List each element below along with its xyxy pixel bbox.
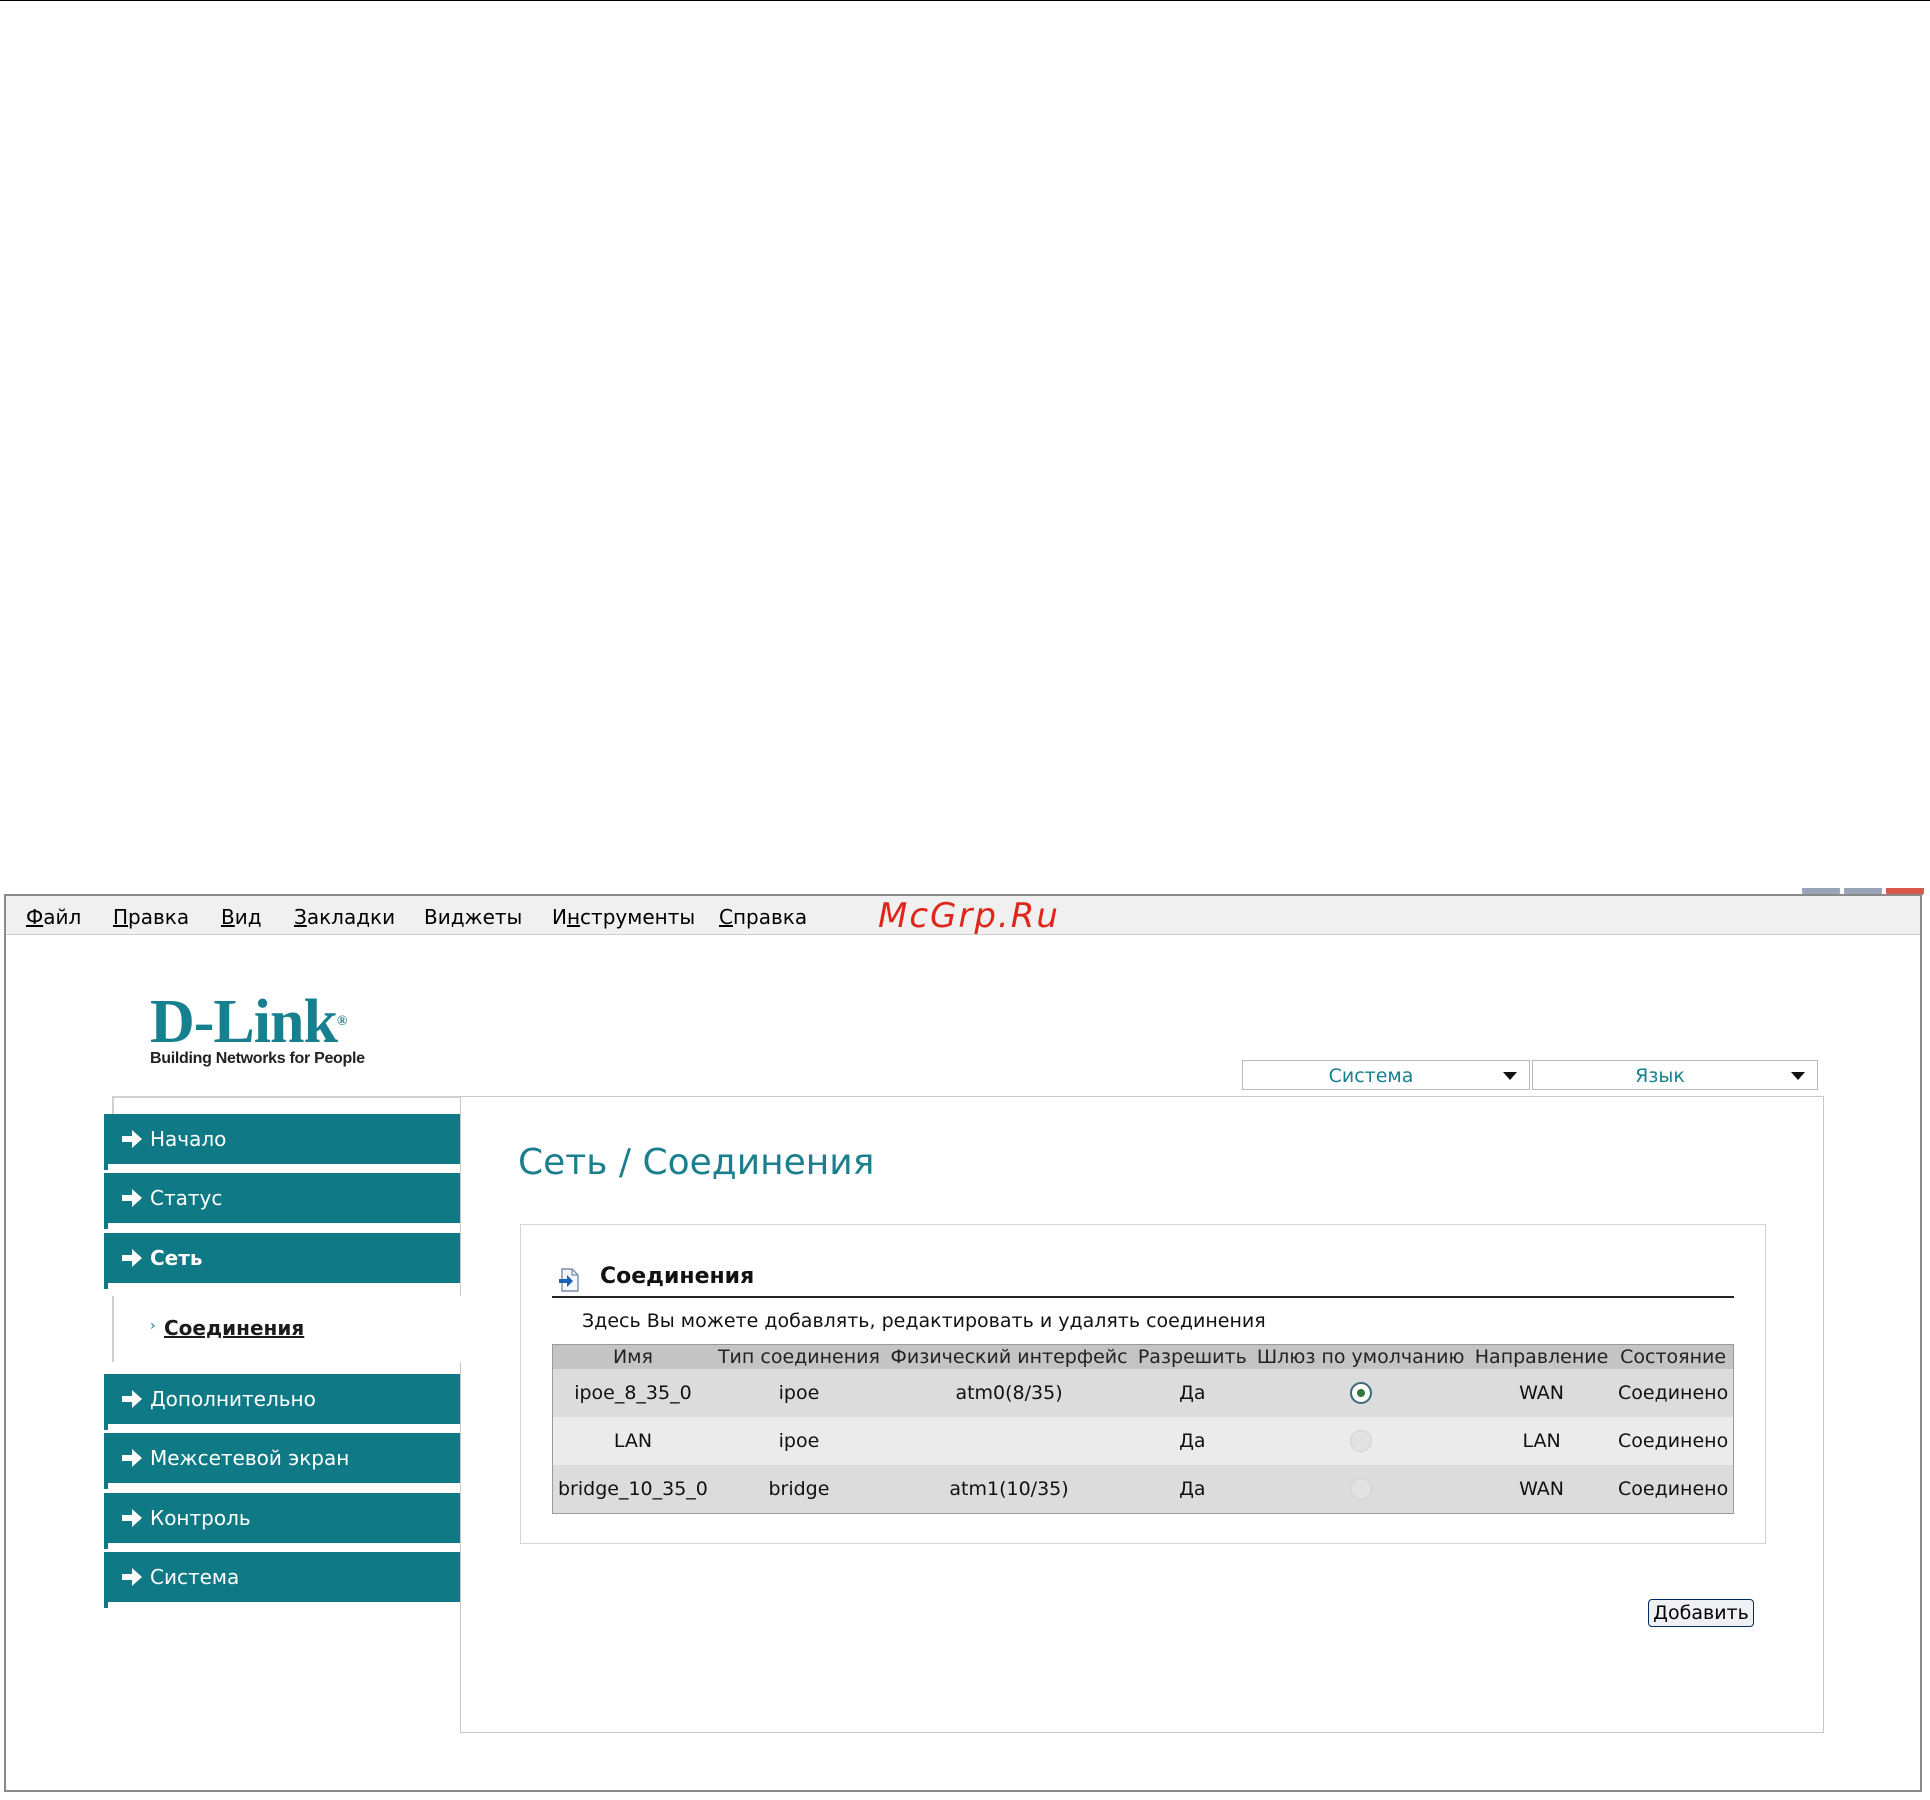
chevron-down-icon <box>1791 1072 1805 1080</box>
cell-enabled: Да <box>1133 1417 1252 1465</box>
sidebar-item-label: Контроль <box>150 1506 251 1530</box>
cell-enabled: Да <box>1133 1369 1252 1417</box>
cell-default-gateway <box>1251 1465 1470 1514</box>
sub-item-bullet: › <box>150 1318 156 1334</box>
col-header-default-gateway[interactable]: Шлюз по умолчанию <box>1251 1344 1470 1369</box>
menu-bookmarks[interactable]: Закладки <box>294 905 395 929</box>
table-row[interactable]: ipoe_8_35_0 ipoe atm0(8/35) Да WAN Соеди… <box>552 1369 1734 1417</box>
cell-type: ipoe <box>712 1369 885 1417</box>
cell-default-gateway <box>1251 1417 1470 1465</box>
page-title: Сеть / Соединения <box>518 1142 875 1183</box>
cell-default-gateway <box>1251 1369 1470 1417</box>
browser-window: Файл Правка Вид Закладки Виджеты Инструм… <box>0 888 1930 1800</box>
menu-view[interactable]: Вид <box>221 905 262 929</box>
sidebar-item-advanced[interactable]: Дополнительно <box>104 1374 460 1430</box>
arrow-right-icon <box>122 1449 142 1467</box>
cell-interface: atm0(8/35) <box>885 1369 1134 1417</box>
cell-type: bridge <box>712 1465 885 1514</box>
cell-name[interactable]: LAN <box>552 1417 713 1465</box>
watermark-text: McGrp.Ru <box>878 896 1060 936</box>
sidebar-subitem-connections[interactable]: Соединения <box>164 1316 304 1340</box>
sidebar-item-system[interactable]: Система <box>104 1552 460 1608</box>
sidebar-item-control[interactable]: Контроль <box>104 1493 460 1549</box>
system-select-label: Система <box>1328 1065 1414 1087</box>
cell-state: Соединено <box>1613 1465 1734 1514</box>
cell-direction: LAN <box>1469 1417 1614 1465</box>
cell-direction: WAN <box>1469 1369 1614 1417</box>
section-title: Соединения <box>600 1264 755 1289</box>
dlink-logo: D-Link® Building Networks for People <box>150 991 365 1068</box>
cell-type: ipoe <box>712 1417 885 1465</box>
menu-bar: Файл Правка Вид Закладки Виджеты Инструм… <box>6 896 1920 936</box>
menu-edit[interactable]: Правка <box>113 905 189 929</box>
arrow-right-icon <box>122 1568 142 1586</box>
table-header-row: Имя Тип соединения Физический интерфейс … <box>552 1344 1734 1369</box>
language-select-label: Язык <box>1635 1065 1685 1087</box>
sidebar-item-label: Дополнительно <box>150 1387 316 1411</box>
col-header-enabled[interactable]: Разрешить <box>1133 1344 1252 1369</box>
arrow-right-icon <box>122 1189 142 1207</box>
col-header-state[interactable]: Состояние <box>1613 1344 1734 1369</box>
cell-enabled: Да <box>1133 1465 1252 1514</box>
default-gateway-radio <box>1349 1478 1372 1501</box>
cell-name[interactable]: bridge_10_35_0 <box>552 1465 713 1514</box>
cell-interface: atm1(10/35) <box>885 1465 1134 1514</box>
page-top-rule <box>0 0 1930 1</box>
section-divider <box>552 1296 1734 1298</box>
arrow-right-icon <box>122 1249 142 1267</box>
add-button[interactable]: Добавить <box>1648 1599 1754 1627</box>
sidebar-item-network[interactable]: Сеть <box>104 1233 460 1289</box>
col-header-type[interactable]: Тип соединения <box>712 1344 885 1369</box>
menu-widgets[interactable]: Виджеты <box>424 905 522 929</box>
sidebar-item-firewall[interactable]: Межсетевой экран <box>104 1433 460 1489</box>
menu-file[interactable]: Файл <box>26 905 81 929</box>
chevron-down-icon <box>1503 1072 1517 1080</box>
section-description: Здесь Вы можете добавлять, редактировать… <box>582 1310 1266 1332</box>
sidebar-item-label: Межсетевой экран <box>150 1446 350 1470</box>
language-select[interactable]: Язык <box>1532 1060 1818 1090</box>
logo-tagline: Building Networks for People <box>150 1050 365 1067</box>
sidebar-item-label: Система <box>150 1565 240 1589</box>
table-row[interactable]: bridge_10_35_0 bridge atm1(10/35) Да WAN… <box>552 1465 1734 1514</box>
menu-tools[interactable]: Инструменты <box>552 905 695 929</box>
system-select[interactable]: Система <box>1242 1060 1530 1090</box>
frame-divider <box>112 1096 460 1098</box>
sidebar-item-label: Сеть <box>150 1246 203 1270</box>
document-arrow-icon <box>559 1268 579 1292</box>
arrow-right-icon <box>122 1390 142 1408</box>
cell-interface <box>885 1417 1134 1465</box>
col-header-direction[interactable]: Направление <box>1469 1344 1614 1369</box>
arrow-right-icon <box>122 1130 142 1148</box>
table-row[interactable]: LAN ipoe Да LAN Соединено <box>552 1417 1734 1465</box>
default-gateway-radio <box>1349 1430 1372 1453</box>
connections-table: Имя Тип соединения Физический интерфейс … <box>552 1344 1734 1514</box>
sidebar-item-start[interactable]: Начало <box>104 1114 460 1170</box>
col-header-interface[interactable]: Физический интерфейс <box>885 1344 1134 1369</box>
cell-name[interactable]: ipoe_8_35_0 <box>552 1369 713 1417</box>
arrow-right-icon <box>122 1509 142 1527</box>
sidebar-item-label: Статус <box>150 1186 223 1210</box>
logo-name: D-Link <box>150 988 338 1056</box>
cell-state: Соединено <box>1613 1369 1734 1417</box>
cell-direction: WAN <box>1469 1465 1614 1514</box>
sidebar-item-label: Начало <box>150 1127 227 1151</box>
logo-registered: ® <box>336 1014 348 1029</box>
menu-help[interactable]: Справка <box>719 905 807 929</box>
sidebar-item-status[interactable]: Статус <box>104 1173 460 1229</box>
col-header-name[interactable]: Имя <box>552 1344 713 1369</box>
cell-state: Соединено <box>1613 1417 1734 1465</box>
default-gateway-radio[interactable] <box>1349 1382 1372 1405</box>
